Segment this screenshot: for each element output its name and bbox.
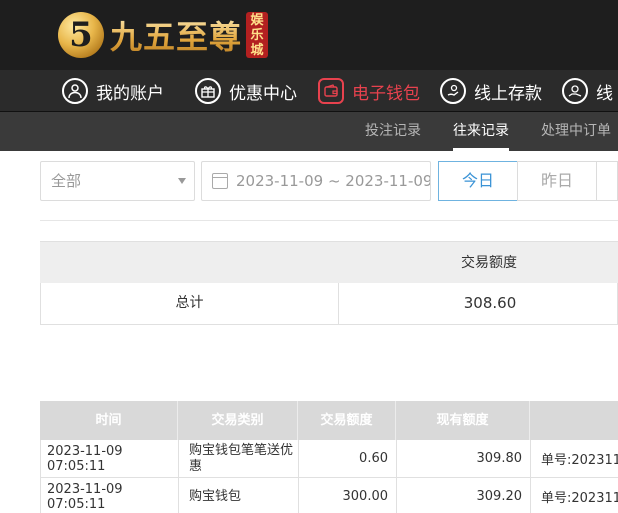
logo-stamp-char: 乐: [250, 27, 264, 43]
table-row: 2023-11-09 07:05:11 购宝钱包笔笔送优惠 0.60 309.8…: [40, 440, 618, 478]
nav-item-label: 我的账户: [96, 83, 164, 104]
logo-stamp-char: 娱: [250, 12, 264, 28]
column-header-time: 时间: [40, 401, 178, 440]
today-button[interactable]: 今日: [438, 161, 518, 201]
logo-digit: 5: [69, 15, 93, 55]
logo[interactable]: 5 九五至尊 娱 乐 城: [58, 8, 269, 62]
logo-stamp: 娱 乐 城: [246, 12, 269, 58]
cell-note: 单号:202311: [541, 491, 618, 506]
column-header-note: [530, 401, 618, 440]
nav-item-promotions[interactable]: 优惠中心: [195, 70, 297, 111]
withdraw-icon: [562, 78, 588, 104]
cell-type: 购宝钱包笔笔送优惠: [179, 440, 299, 477]
tab-transaction-records[interactable]: 往来记录: [453, 112, 509, 151]
column-header-type: 交易类别: [178, 401, 298, 440]
cell-time: 2023-11-09 07:05:11: [41, 440, 179, 477]
summary-header-label: 交易额度: [461, 255, 517, 271]
user-icon: [62, 78, 88, 104]
nav-item-label: 优惠中心: [229, 83, 297, 104]
calendar-icon: [212, 173, 228, 189]
cell-time: 2023-11-09 07:05:11: [41, 478, 179, 513]
yesterday-button[interactable]: 昨日: [517, 161, 597, 201]
cell-balance: 309.20: [397, 478, 531, 513]
cell-amount: 0.60: [299, 440, 397, 477]
records-table: 时间 交易类别 交易额度 现有额度 2023-11-09 07:05:11 购宝…: [40, 401, 618, 513]
cell-note: 单号:202311: [541, 453, 618, 468]
gift-icon: [195, 78, 221, 104]
summary-row: 总计 308.60: [40, 283, 618, 325]
logo-badge: 5: [58, 12, 104, 58]
sub-nav: 投注记录 往来记录 处理中订单: [0, 112, 618, 151]
date-range-input[interactable]: 2023-11-09 ~ 2023-11-09: [201, 161, 431, 201]
nav-item-label: 线: [596, 83, 613, 104]
tab-bet-records[interactable]: 投注记录: [365, 112, 421, 151]
divider: [40, 220, 618, 221]
nav-item-withdraw[interactable]: 线: [562, 70, 613, 111]
wallet-icon: [318, 78, 344, 104]
nav-item-wallet[interactable]: 电子钱包: [318, 70, 420, 111]
type-select-value: 全部: [51, 172, 82, 190]
cell-amount: 300.00: [299, 478, 397, 513]
nav-item-label: 线上存款: [474, 83, 542, 104]
logo-stamp-char: 城: [250, 42, 264, 58]
cell-balance: 309.80: [397, 440, 531, 477]
type-select[interactable]: 全部: [40, 161, 195, 201]
header: 5 九五至尊 娱 乐 城: [0, 0, 618, 70]
date-range-value: 2023-11-09 ~ 2023-11-09: [236, 172, 431, 190]
column-header-amount: 交易额度: [298, 401, 396, 440]
column-header-balance: 现有额度: [396, 401, 530, 440]
tab-pending-orders[interactable]: 处理中订单: [541, 112, 611, 151]
summary-total-value: 308.60: [463, 294, 517, 312]
chevron-down-icon: [178, 178, 186, 184]
cell-type: 购宝钱包: [179, 478, 299, 513]
nav-item-account[interactable]: 我的账户: [62, 70, 164, 111]
deposit-icon: [440, 78, 466, 104]
summary-table: 交易额度 总计 308.60: [40, 241, 618, 325]
records-header: 时间 交易类别 交易额度 现有额度: [40, 401, 618, 440]
recent-button[interactable]: 近: [596, 161, 618, 201]
nav-item-deposit[interactable]: 线上存款: [440, 70, 542, 111]
summary-header: 交易额度: [40, 241, 618, 283]
table-row: 2023-11-09 07:05:11 购宝钱包 300.00 309.20 单…: [40, 478, 618, 513]
logo-text: 九五至尊: [110, 12, 242, 58]
summary-total-label: 总计: [41, 283, 339, 324]
nav-item-label: 电子钱包: [352, 83, 420, 104]
main-nav: 我的账户 优惠中心 电子钱包 线上存款 线: [0, 70, 618, 112]
